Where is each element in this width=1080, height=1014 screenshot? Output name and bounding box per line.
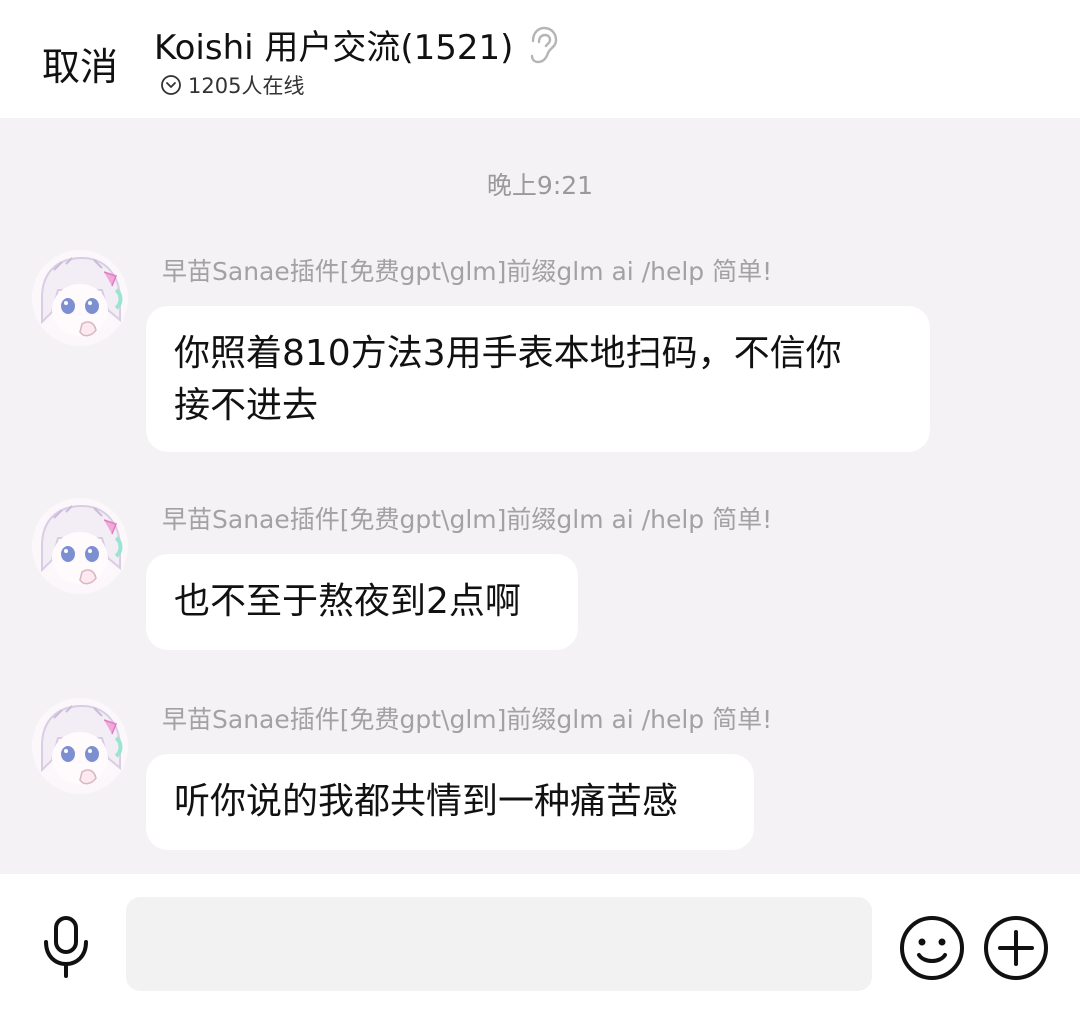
- plus-circle-icon[interactable]: [982, 914, 1050, 982]
- message-list[interactable]: 晚上9:21 早苗Sanae插件[免费gpt\glm]前缀glm ai /hel…: [0, 118, 1080, 874]
- online-count: 1205人在线: [188, 74, 305, 98]
- chat-header: 取消 Koishi 用户交流(1521) 1205人在线: [0, 0, 1080, 118]
- message-input[interactable]: [126, 897, 872, 991]
- message-bubble[interactable]: 听你说的我都共情到一种痛苦感: [146, 754, 754, 850]
- cancel-button[interactable]: 取消: [42, 36, 118, 91]
- message-bubble[interactable]: 也不至于熬夜到2点啊: [146, 554, 578, 650]
- title-row[interactable]: Koishi 用户交流(1521): [154, 20, 559, 69]
- chevron-down-circle-icon: [160, 74, 182, 96]
- message-text-line: 你照着810方法3用手表本地扫码，不信你: [174, 333, 842, 374]
- online-status[interactable]: 1205人在线: [160, 70, 304, 100]
- group-title: Koishi 用户交流(1521): [154, 28, 514, 68]
- ear-icon[interactable]: [525, 25, 559, 65]
- avatar[interactable]: [32, 250, 128, 346]
- message-text: 也不至于熬夜到2点啊: [174, 581, 521, 622]
- avatar[interactable]: [32, 698, 128, 794]
- message-bubble[interactable]: 你照着810方法3用手表本地扫码，不信你 接不进去: [146, 306, 930, 452]
- input-bar: [0, 874, 1080, 1014]
- smiley-icon[interactable]: [898, 914, 966, 982]
- avatar[interactable]: [32, 498, 128, 594]
- sender-name: 早苗Sanae插件[免费gpt\glm]前缀glm ai /help 简单!: [162, 257, 773, 286]
- sender-name: 早苗Sanae插件[免费gpt\glm]前缀glm ai /help 简单!: [162, 505, 773, 534]
- message-text: 听你说的我都共情到一种痛苦感: [174, 781, 679, 822]
- microphone-icon[interactable]: [38, 914, 94, 980]
- sender-name: 早苗Sanae插件[免费gpt\glm]前缀glm ai /help 简单!: [162, 705, 773, 734]
- timestamp: 晚上9:21: [486, 171, 594, 200]
- message-text-line: 接不进去: [174, 385, 319, 426]
